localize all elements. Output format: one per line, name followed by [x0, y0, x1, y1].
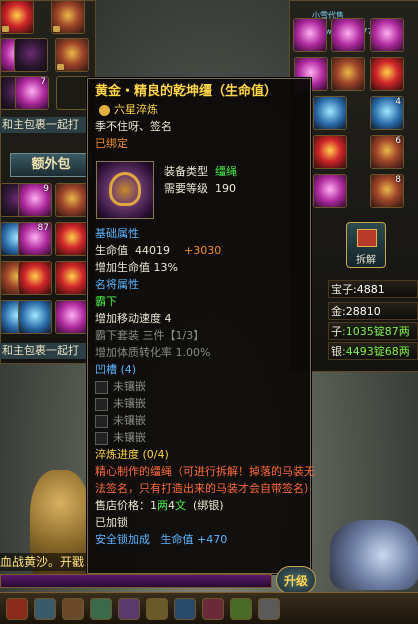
upgrade-button[interactable]: 升级	[276, 566, 316, 594]
inventory-slot[interactable]	[55, 183, 89, 217]
skill-icon[interactable]	[174, 598, 196, 620]
inventory-slot[interactable]	[331, 18, 365, 52]
inventory-slot[interactable]	[51, 0, 85, 34]
set-name: 霸下套装 三件【1/3】	[95, 329, 205, 342]
inventory-slot[interactable]	[14, 38, 48, 72]
inventory-slot[interactable]: 9	[18, 183, 52, 217]
inventory-slot[interactable]	[313, 96, 347, 130]
equip-type: 装备类型 缰绳	[164, 165, 237, 178]
inventory-slot[interactable]	[55, 38, 89, 72]
socket-icon	[95, 397, 108, 411]
inventory-slot[interactable]	[0, 0, 34, 34]
inventory-slot[interactable]: 7	[15, 76, 49, 110]
inventory-slot[interactable]	[18, 261, 52, 295]
socket-slot: 未镶嵌	[95, 412, 315, 429]
skill-icon[interactable]	[258, 598, 280, 620]
smiley-icon	[99, 104, 110, 116]
move-speed: 增加移动速度 4	[95, 312, 172, 325]
inventory-slot[interactable]	[18, 300, 52, 334]
creature-figure	[330, 520, 418, 590]
inventory-slot[interactable]	[370, 18, 404, 52]
inventory-slot[interactable]	[56, 76, 90, 110]
named-general: 霸下	[95, 295, 117, 308]
required-level: 需要等级 190	[164, 182, 236, 195]
skill-icon[interactable]	[34, 598, 56, 620]
inventory-slot[interactable]	[370, 57, 404, 91]
skill-icon[interactable]	[6, 598, 28, 620]
security-bonus: 安全锁加成 生命值 +470	[95, 533, 228, 546]
chat-line: 血战黄沙。开戳	[0, 553, 86, 571]
stat-row: 金:28810	[328, 302, 418, 320]
item-desc-2: 法签名，只有打造出来的马装才会自带签名）	[95, 482, 315, 495]
socket-slot: 未镶嵌	[95, 395, 315, 412]
box-icon	[357, 229, 377, 247]
bag-note-2: 和主包裹一起打	[0, 343, 92, 359]
inventory-slot[interactable]: 8	[370, 174, 404, 208]
sell-price: 售店价格：1两4文 (绑银)	[95, 499, 224, 512]
skill-icon[interactable]	[202, 598, 224, 620]
socket-icon	[95, 414, 108, 428]
reins-icon	[109, 172, 141, 206]
refine-level: 六星淬炼	[95, 101, 303, 118]
base-attr-header: 基础属性	[95, 227, 139, 240]
inventory-slot[interactable]	[293, 18, 327, 52]
skill-icon[interactable]	[118, 598, 140, 620]
hp-stat: 生命值 44019 +3030	[95, 244, 222, 257]
item-title: 黄金・精良的乾坤缰（生命值）	[95, 84, 278, 99]
inventory-slot[interactable]	[55, 222, 89, 256]
skill-icon[interactable]	[90, 598, 112, 620]
socket-slot: 未镶嵌	[95, 429, 315, 446]
inventory-slot[interactable]	[55, 261, 89, 295]
lock-status: 已加锁	[95, 516, 128, 529]
socket-header: 凹槽 (4)	[95, 363, 137, 376]
socket-icon	[95, 380, 108, 394]
bag-note-1: 和主包裹一起打	[0, 117, 92, 133]
inventory-slot[interactable]	[55, 300, 89, 334]
item-desc-1: 精心制作的缰绳（可进行拆解！掉落的马装无	[95, 465, 315, 478]
item-tooltip: 黄金・精良的乾坤缰（生命值） 六星淬炼 季不住呀、签名 已绑定 装备类型 缰绳 …	[87, 78, 315, 574]
skill-icon[interactable]	[230, 598, 252, 620]
socket-slot: 未镶嵌	[95, 378, 315, 395]
stat-row: 子:1035锭87两	[328, 322, 418, 340]
skill-icon[interactable]	[62, 598, 84, 620]
hp-percent: 增加生命值 13%	[95, 261, 178, 274]
stat-row: 宝子:4881	[328, 280, 418, 298]
disassemble-button[interactable]: 拆解	[346, 222, 386, 268]
extra-bag-header: 额外包	[10, 153, 92, 177]
named-attr-header: 名将属性	[95, 278, 139, 291]
item-image[interactable]	[96, 161, 154, 219]
inventory-slot[interactable]: 4	[370, 96, 404, 130]
temper-progress: 淬炼进度 (0/4)	[95, 448, 169, 461]
set-effect: 增加体质转化率 1.00%	[95, 346, 211, 359]
inventory-slot[interactable]	[313, 174, 347, 208]
stat-row: 银:4493锭68两	[328, 342, 418, 360]
socket-icon	[95, 431, 108, 445]
inventory-slot[interactable]	[331, 57, 365, 91]
inventory-slot[interactable]: 6	[370, 135, 404, 169]
crafter-name: 季不住呀、签名	[95, 120, 172, 133]
inventory-slot[interactable]	[313, 135, 347, 169]
exp-bar	[0, 574, 272, 588]
bound-status: 已绑定	[95, 137, 128, 150]
skill-icon[interactable]	[146, 598, 168, 620]
disassemble-label: 拆解	[356, 255, 376, 266]
inventory-slot[interactable]: 87	[18, 222, 52, 256]
